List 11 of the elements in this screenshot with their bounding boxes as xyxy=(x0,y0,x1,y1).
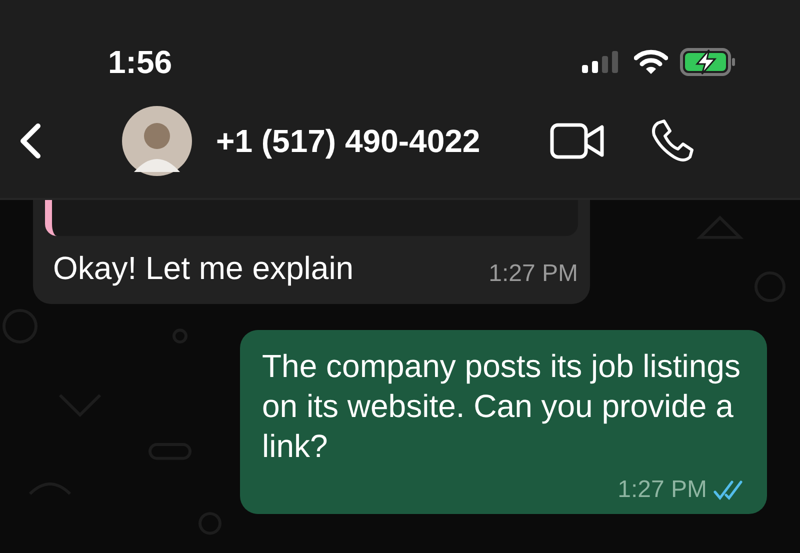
video-camera-icon[interactable] xyxy=(550,123,604,159)
contact-name[interactable]: +1 (517) 490-4022 xyxy=(216,122,480,160)
message-time: 1:27 PM xyxy=(618,476,707,504)
message-time: 1:27 PM xyxy=(488,260,578,288)
message-text: Okay! Let me explain xyxy=(53,249,354,288)
avatar-icon[interactable] xyxy=(122,106,192,176)
status-time: 1:56 xyxy=(108,44,172,80)
wifi-icon xyxy=(634,49,668,75)
phone-icon[interactable] xyxy=(650,119,694,163)
message-text: The company posts its job listings on its website. Can you provide a link? xyxy=(262,347,742,466)
back-icon[interactable] xyxy=(18,123,42,159)
